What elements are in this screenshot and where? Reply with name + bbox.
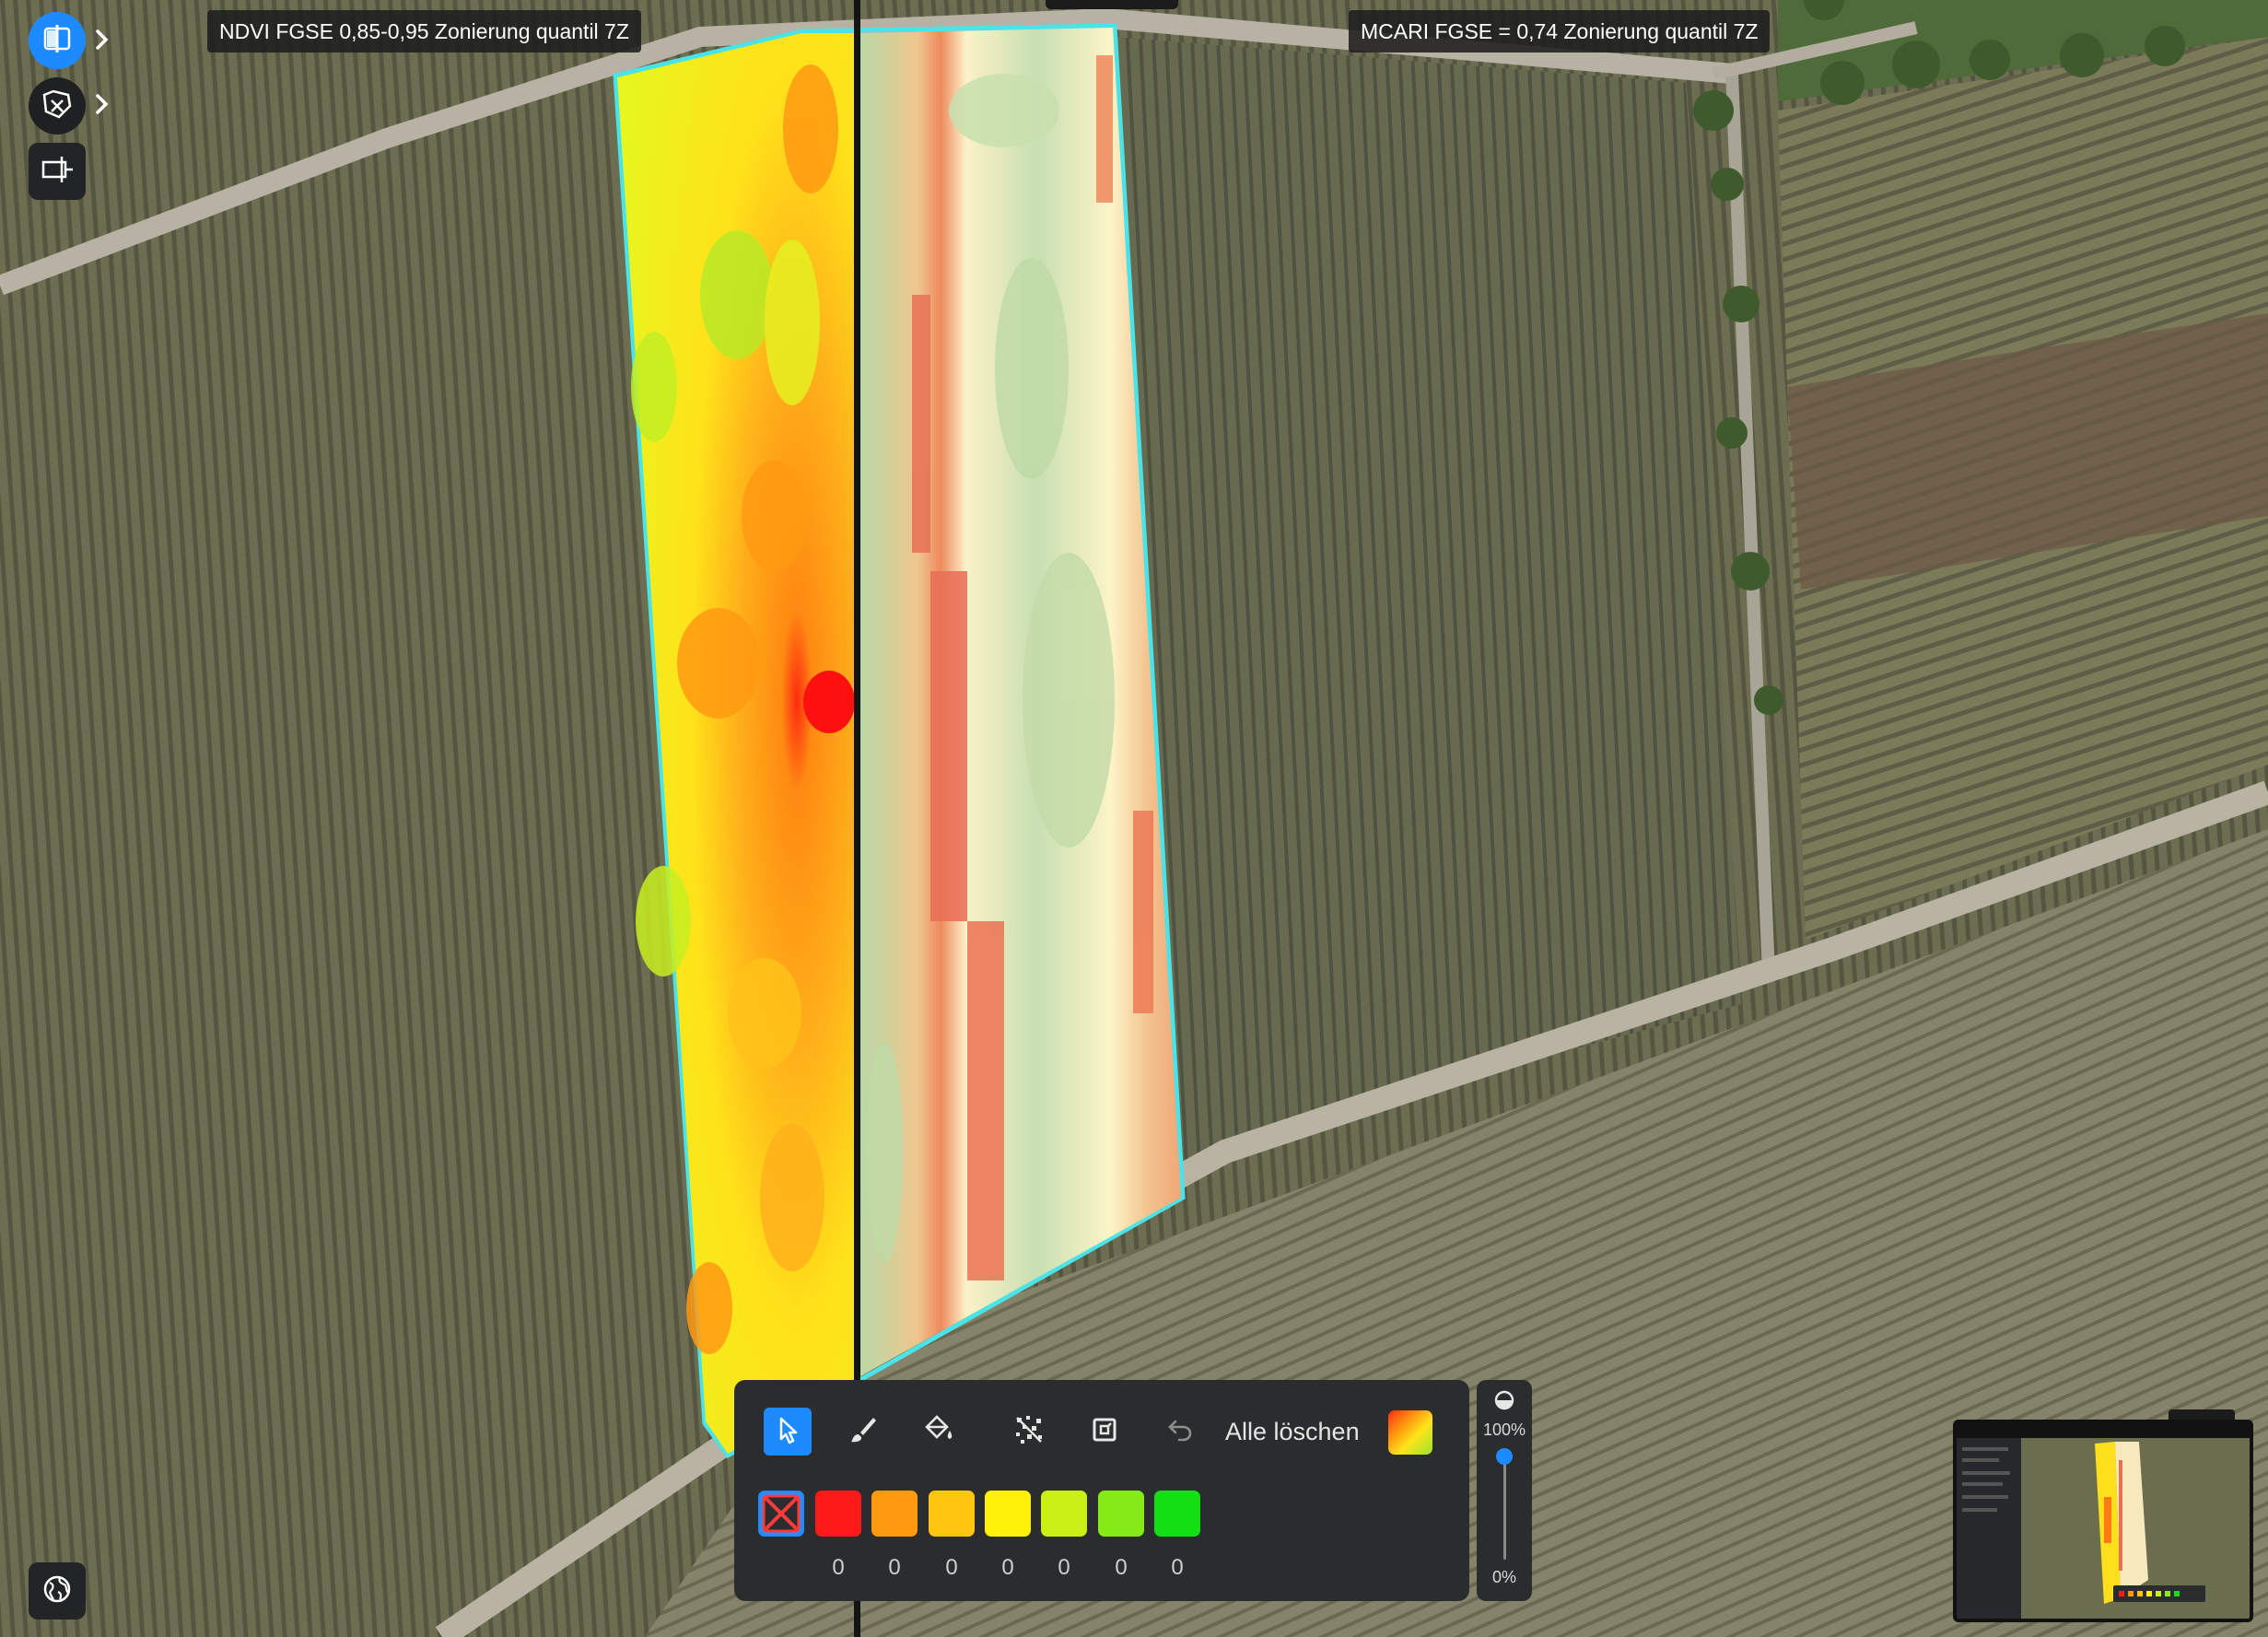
zone-count-3: 0: [945, 1555, 958, 1580]
left-layer-label: NDVI FGSE 0,85-0,95 Zonierung quantil 7Z: [207, 10, 641, 53]
fill-bucket-icon: [921, 1412, 956, 1452]
scatter-icon: [1011, 1412, 1046, 1452]
crop-tool-button[interactable]: [1081, 1408, 1128, 1456]
zone-edit-toolbar: Alle löschen 0 0 0 0 0 0 0: [734, 1380, 1469, 1601]
clear-all-button[interactable]: Alle löschen: [1225, 1413, 1360, 1450]
panel-split-button[interactable]: [29, 143, 86, 200]
undo-button[interactable]: [1156, 1408, 1204, 1456]
zone-swatch-1[interactable]: [815, 1491, 861, 1537]
select-tool-button[interactable]: [764, 1408, 812, 1456]
zone-swatch-2[interactable]: [871, 1491, 918, 1537]
undo-icon: [1164, 1414, 1196, 1450]
zone-count-4: 0: [1001, 1555, 1014, 1580]
minimap[interactable]: [1953, 1420, 2253, 1622]
zone-count-1: 0: [832, 1555, 845, 1580]
zone-swatch-7[interactable]: [1154, 1491, 1200, 1537]
gradient-palette-button[interactable]: [1388, 1410, 1432, 1455]
expand-analysis-chevron[interactable]: [91, 92, 113, 120]
crop-icon: [1089, 1414, 1120, 1450]
expand-compare-chevron[interactable]: [91, 28, 113, 55]
fill-tool-button[interactable]: [915, 1408, 963, 1456]
opacity-icon: [1493, 1389, 1515, 1416]
brush-icon: [848, 1414, 879, 1450]
zone-count-7: 0: [1171, 1555, 1184, 1580]
opacity-panel: 100% 0%: [1477, 1380, 1532, 1601]
field-analysis-button[interactable]: [29, 77, 86, 134]
opacity-slider-track[interactable]: [1503, 1454, 1506, 1560]
zone-swatch-3[interactable]: [929, 1491, 975, 1537]
split-compare-button[interactable]: [29, 12, 86, 69]
right-layer-label: MCARI FGSE = 0,74 Zonierung quantil 7Z: [1349, 10, 1771, 53]
panel-split-icon: [40, 152, 75, 192]
zone-count-6: 0: [1115, 1555, 1128, 1580]
scatter-tool-button[interactable]: [1005, 1408, 1053, 1456]
opacity-min-label: 0%: [1491, 1568, 1516, 1586]
chevron-right-icon: [95, 93, 110, 120]
pointer-icon: [773, 1415, 802, 1449]
split-divider-handle[interactable]: [1046, 0, 1178, 9]
zone-swatch-4[interactable]: [985, 1491, 1031, 1537]
opacity-max-label: 100%: [1482, 1421, 1526, 1439]
zone-swatch-6[interactable]: [1098, 1491, 1144, 1537]
field-analysis-icon: [41, 88, 74, 125]
no-zone-icon: [760, 1494, 802, 1538]
split-compare-icon: [41, 22, 74, 60]
chevron-right-icon: [95, 29, 110, 55]
globe-button[interactable]: [29, 1562, 86, 1619]
zone-swatch-5[interactable]: [1041, 1491, 1087, 1537]
zone-count-5: 0: [1058, 1555, 1070, 1580]
globe-icon: [41, 1573, 73, 1609]
zone-swatch-none[interactable]: [758, 1491, 804, 1537]
zone-count-2: 0: [888, 1555, 901, 1580]
brush-tool-button[interactable]: [839, 1408, 887, 1456]
opacity-slider-handle[interactable]: [1496, 1448, 1513, 1465]
